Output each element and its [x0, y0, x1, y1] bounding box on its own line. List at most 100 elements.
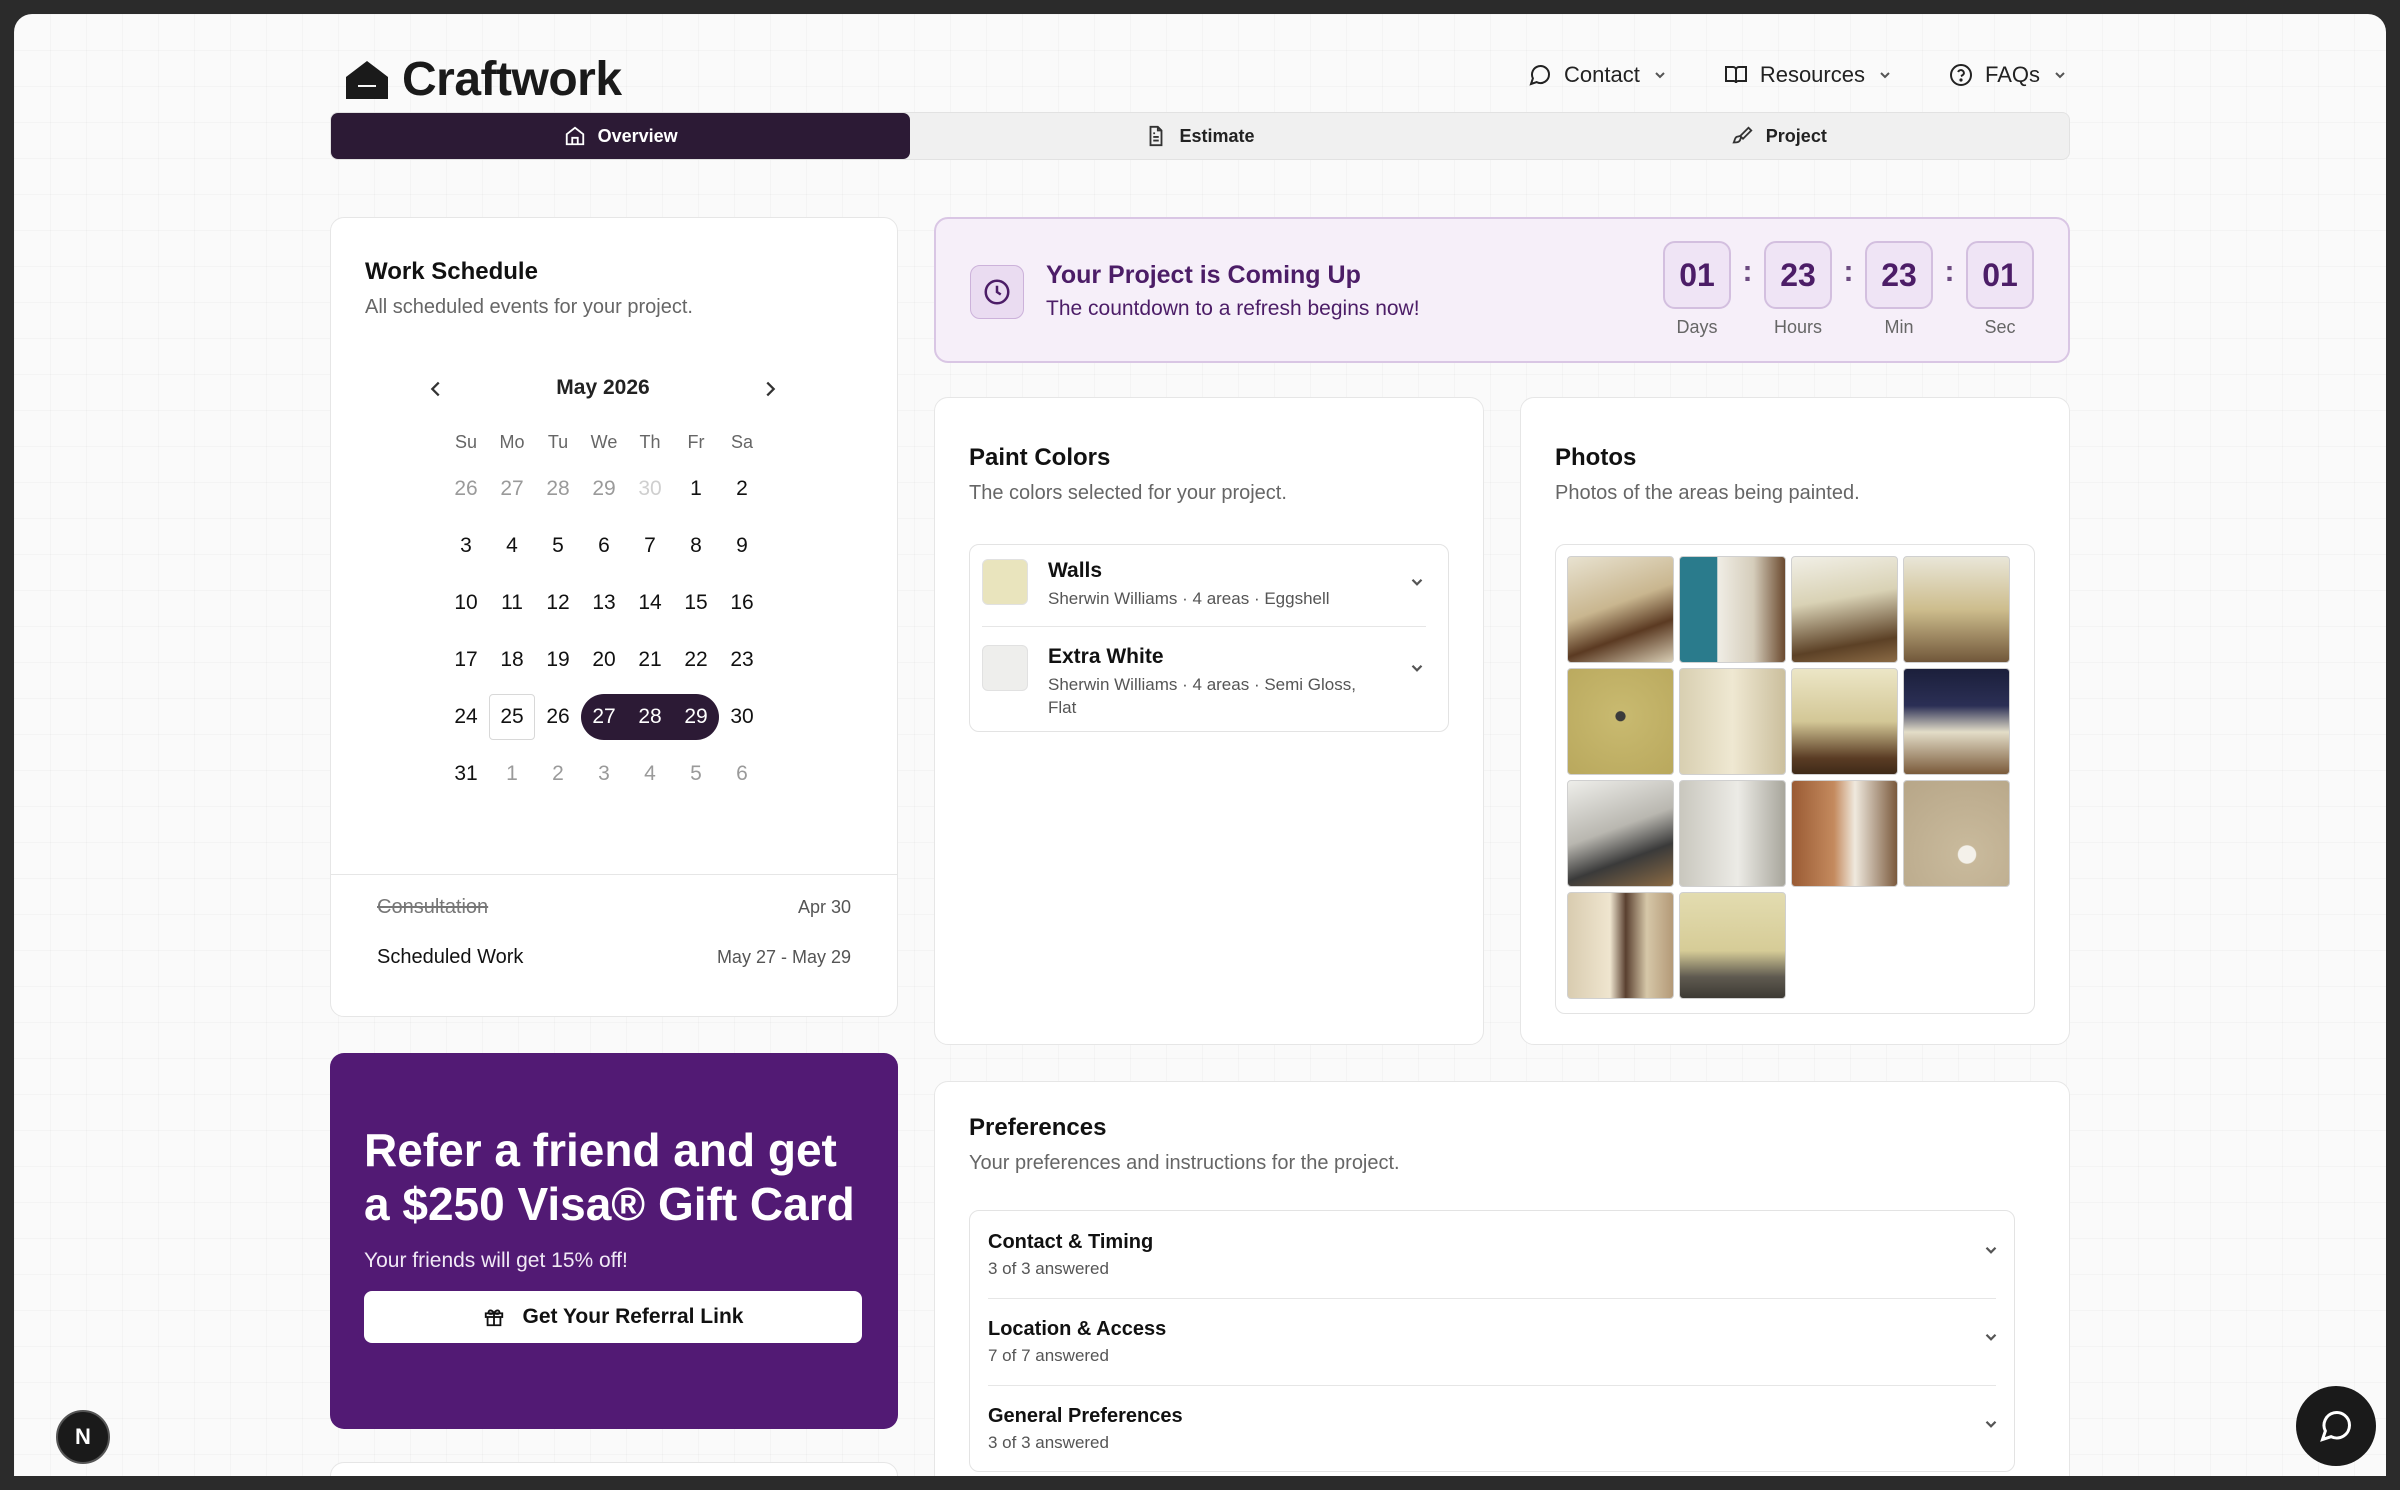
calendar-day[interactable]: 26: [535, 688, 581, 745]
countdown-value: 23: [1865, 241, 1933, 309]
weekday-label: We: [590, 432, 618, 452]
calendar-day[interactable]: 2: [719, 460, 765, 517]
chevron-left-icon: [430, 381, 440, 397]
tab-project[interactable]: Project: [1490, 113, 2069, 159]
paint-detail: Sherwin Williams · 4 areas · Eggshell: [1048, 589, 1330, 608]
tab-bar: Overview Estimate Project: [330, 112, 2070, 160]
paint-item-walls[interactable]: Walls Sherwin Williams · 4 areas · Eggsh…: [970, 559, 1448, 610]
calendar-day[interactable]: 8: [673, 517, 719, 574]
card-title: Work Schedule: [365, 258, 538, 285]
card-title: Preferences: [969, 1114, 1107, 1141]
pref-location-access[interactable]: Location & Access 7 of 7 answered: [970, 1298, 2014, 1385]
next-month-button[interactable]: [753, 372, 787, 406]
calendar-day[interactable]: 23: [719, 631, 765, 688]
countdown-title: Your Project is Coming Up: [1046, 261, 1361, 289]
countdown-banner: Your Project is Coming Up The countdown …: [934, 217, 2070, 363]
photo-thumbnail[interactable]: [1679, 668, 1786, 775]
pref-contact-timing[interactable]: Contact & Timing 3 of 3 answered: [970, 1211, 2014, 1298]
calendar-day[interactable]: 6: [719, 745, 765, 802]
calendar-day[interactable]: 11: [489, 574, 535, 631]
calendar: May 2026 Su Mo Tu We Th Fr Sa 26 27 28 29 30 1 2 3 4 5 6 7…: [430, 368, 776, 802]
chevron-down-icon: [1411, 664, 1423, 672]
calendar-day[interactable]: 29: [673, 688, 719, 745]
calendar-day[interactable]: 20: [581, 631, 627, 688]
calendar-day[interactable]: 3: [443, 517, 489, 574]
calendar-day[interactable]: 26: [443, 460, 489, 517]
countdown-timer: 01 Days : 23 Hours : 23 Min : 01 Sec: [1663, 241, 2034, 338]
brand-name: Craftwork: [402, 53, 622, 106]
calendar-day[interactable]: 2: [535, 745, 581, 802]
calendar-day[interactable]: 5: [535, 517, 581, 574]
photo-thumbnail[interactable]: [1791, 780, 1898, 887]
tab-estimate[interactable]: Estimate: [910, 113, 1489, 159]
calendar-day[interactable]: 15: [673, 574, 719, 631]
countdown-value: 01: [1966, 241, 2034, 309]
pref-general[interactable]: General Preferences 3 of 3 answered: [970, 1385, 2014, 1472]
photo-thumbnail[interactable]: [1903, 780, 2010, 887]
dev-tools-badge[interactable]: N: [56, 1410, 110, 1464]
calendar-day[interactable]: 1: [673, 460, 719, 517]
photo-thumbnail[interactable]: [1903, 556, 2010, 663]
paint-item-extra-white[interactable]: Extra White Sherwin Williams · 4 areas ·…: [970, 645, 1448, 719]
nav-resources[interactable]: Resources: [1724, 62, 1893, 88]
nav-faqs[interactable]: FAQs: [1949, 62, 2068, 88]
color-swatch: [982, 645, 1028, 691]
chat-button[interactable]: [2296, 1386, 2376, 1466]
calendar-day[interactable]: 30: [719, 688, 765, 745]
chevron-down-icon: [1985, 1333, 1997, 1341]
calendar-day[interactable]: 1: [489, 745, 535, 802]
calendar-day[interactable]: 3: [581, 745, 627, 802]
countdown-days: 01 Days: [1663, 241, 1731, 338]
photo-thumbnail[interactable]: [1567, 892, 1674, 999]
calendar-day[interactable]: 16: [719, 574, 765, 631]
calendar-day[interactable]: 30: [627, 460, 673, 517]
calendar-day[interactable]: 17: [443, 631, 489, 688]
photo-thumbnail[interactable]: [1679, 556, 1786, 663]
calendar-day[interactable]: 27: [581, 688, 627, 745]
calendar-day[interactable]: 24: [443, 688, 489, 745]
calendar-day[interactable]: 4: [627, 745, 673, 802]
countdown-hours: 23 Hours: [1764, 241, 1832, 338]
photo-thumbnail[interactable]: [1567, 668, 1674, 775]
photo-thumbnail[interactable]: [1567, 780, 1674, 887]
photo-thumbnail[interactable]: [1791, 556, 1898, 663]
clock-icon: [970, 265, 1024, 319]
calendar-day[interactable]: 14: [627, 574, 673, 631]
calendar-day[interactable]: 31: [443, 745, 489, 802]
calendar-day[interactable]: 10: [443, 574, 489, 631]
calendar-day[interactable]: 13: [581, 574, 627, 631]
prev-month-button[interactable]: [419, 372, 453, 406]
photo-thumbnail[interactable]: [1903, 668, 2010, 775]
photo-thumbnail[interactable]: [1679, 780, 1786, 887]
calendar-day[interactable]: 6: [581, 517, 627, 574]
nav-contact[interactable]: Contact: [1528, 62, 1668, 88]
calendar-day[interactable]: 19: [535, 631, 581, 688]
calendar-day[interactable]: 21: [627, 631, 673, 688]
event-date: Apr 30: [797, 897, 851, 917]
app-window: Craftwork Contact Resources FAQs Overvie…: [14, 14, 2386, 1476]
photo-thumbnail[interactable]: [1791, 668, 1898, 775]
weekday-label: Sa: [730, 432, 754, 452]
photo-thumbnail[interactable]: [1567, 556, 1674, 663]
paintbrush-icon: [1732, 126, 1753, 144]
calendar-day[interactable]: 5: [673, 745, 719, 802]
calendar-day[interactable]: 18: [489, 631, 535, 688]
calendar-day[interactable]: 29: [581, 460, 627, 517]
calendar-day[interactable]: 25: [489, 688, 535, 745]
calendar-day[interactable]: 28: [535, 460, 581, 517]
calendar-day[interactable]: 7: [627, 517, 673, 574]
calendar-day[interactable]: 22: [673, 631, 719, 688]
calendar-day[interactable]: 12: [535, 574, 581, 631]
calendar-day[interactable]: 28: [627, 688, 673, 745]
photo-thumbnail[interactable]: [1679, 892, 1786, 999]
tab-overview[interactable]: Overview: [331, 113, 911, 159]
countdown-value: 23: [1764, 241, 1832, 309]
pref-status: 3 of 3 answered: [988, 1259, 1109, 1278]
calendar-day[interactable]: 9: [719, 517, 765, 574]
calendar-day[interactable]: 4: [489, 517, 535, 574]
event-consultation: Consultation Apr 30: [377, 896, 851, 919]
referral-card: Refer a friend and get a $250 Visa® Gift…: [330, 1053, 898, 1429]
get-referral-link-button[interactable]: Get Your Referral Link: [364, 1291, 862, 1343]
calendar-day[interactable]: 27: [489, 460, 535, 517]
logo[interactable]: Craftwork: [342, 52, 622, 107]
